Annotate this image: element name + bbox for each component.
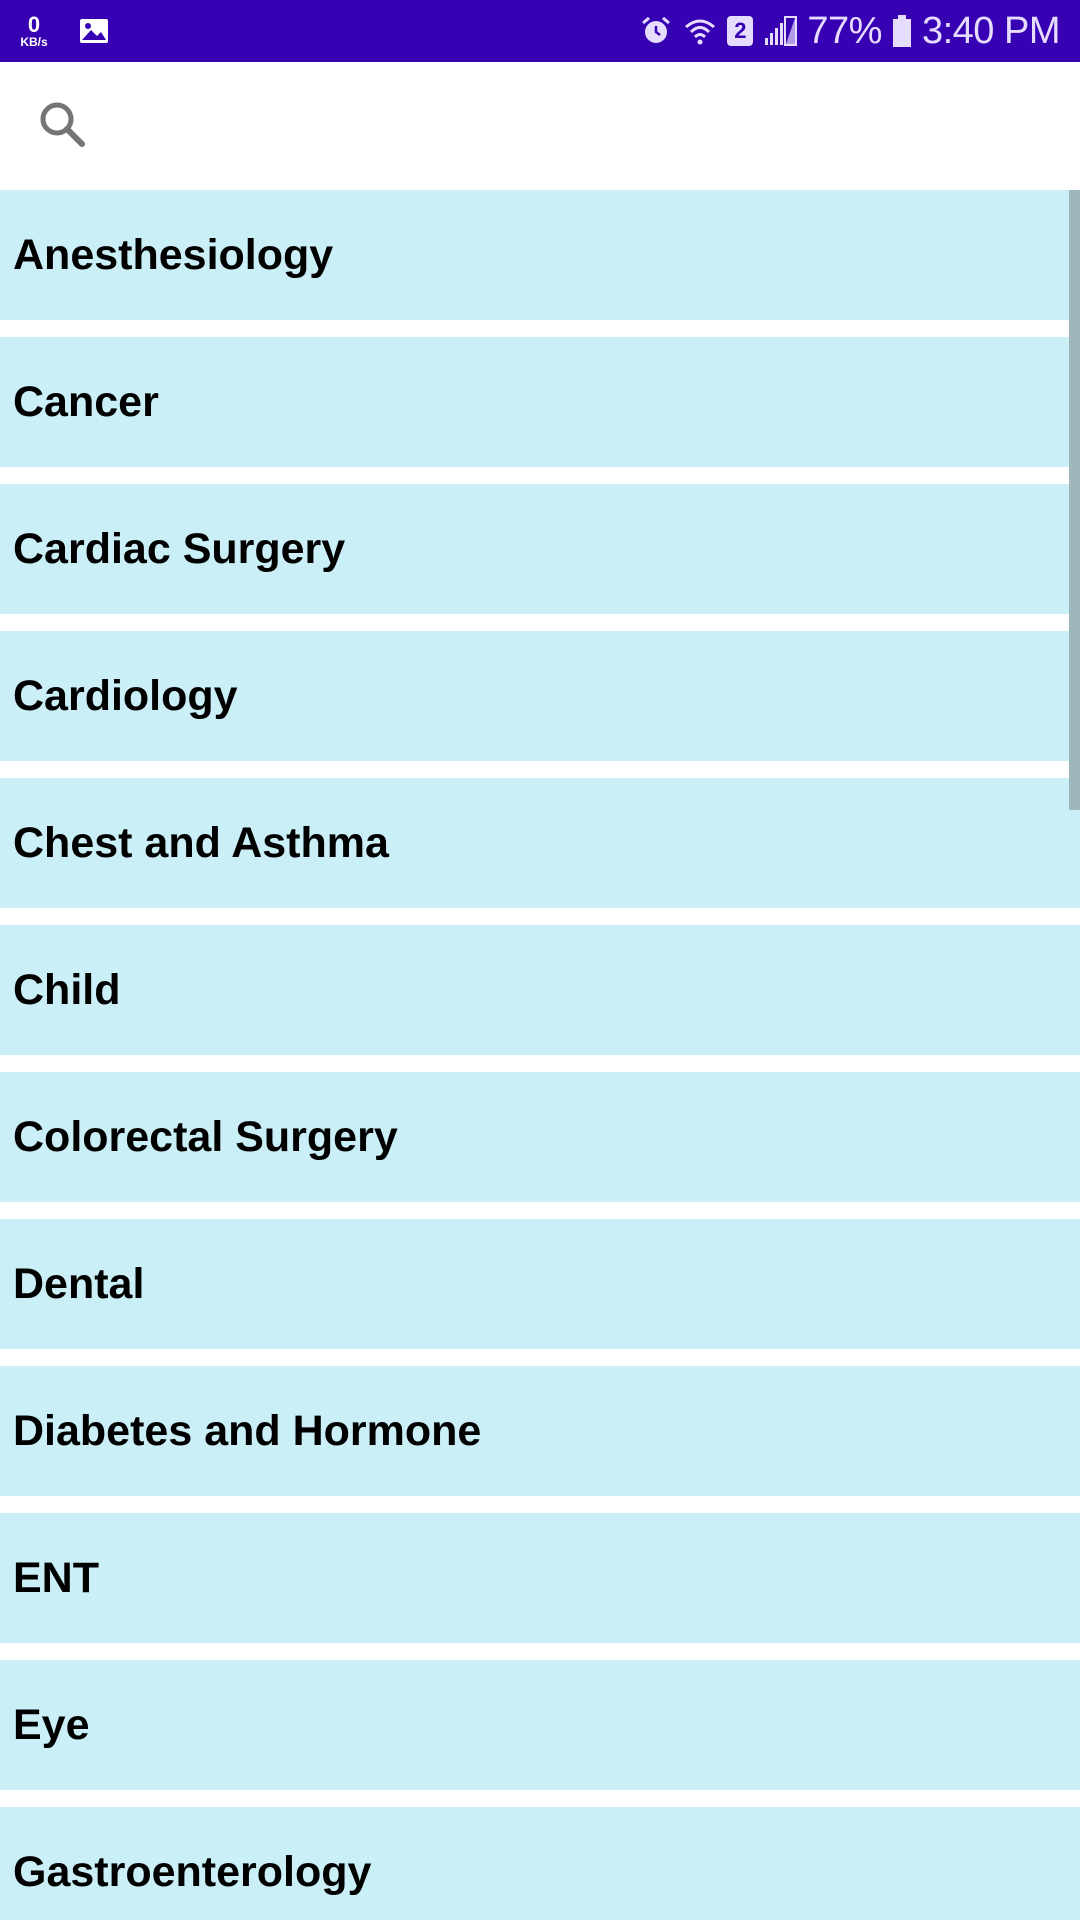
list-item-anesthesiology[interactable]: Anesthesiology (0, 190, 1080, 320)
search-input[interactable] (110, 92, 1044, 160)
signal-icon (765, 16, 798, 46)
network-speed-indicator: 0 KB/s (14, 12, 54, 49)
list-item-eye[interactable]: Eye (0, 1660, 1080, 1790)
list-item-label: ENT (13, 1553, 99, 1602)
battery-percent: 77% (807, 9, 882, 52)
sim-badge: 2 (727, 16, 754, 46)
specialty-list: Anesthesiology Cancer Cardiac Surgery Ca… (0, 190, 1080, 1920)
list-item-child[interactable]: Child (0, 925, 1080, 1055)
list-item-label: Chest and Asthma (13, 818, 389, 867)
list-item-label: Child (13, 965, 121, 1014)
list-item-label: Cardiology (13, 671, 238, 720)
status-bar: 0 KB/s 2 77% 3:40 PM (0, 0, 1080, 62)
list-item-cardiac-surgery[interactable]: Cardiac Surgery (0, 484, 1080, 614)
network-speed-value: 0 (27, 12, 41, 37)
status-bar-left: 0 KB/s (14, 8, 110, 54)
list-item-cancer[interactable]: Cancer (0, 337, 1080, 467)
clock: 3:40 PM (921, 9, 1061, 52)
list-item-label: Gastroenterology (13, 1847, 372, 1896)
status-bar-right: 2 77% 3:40 PM (639, 0, 1061, 62)
list-item-label: Diabetes and Hormone (13, 1406, 482, 1455)
list-item-cardiology[interactable]: Cardiology (0, 631, 1080, 761)
list-item-label: Colorectal Surgery (13, 1112, 398, 1161)
list-item-ent[interactable]: ENT (0, 1513, 1080, 1643)
list-item-chest-and-asthma[interactable]: Chest and Asthma (0, 778, 1080, 908)
battery-icon (892, 15, 911, 47)
list-item-label: Cardiac Surgery (13, 524, 346, 573)
list-item-diabetes-and-hormone[interactable]: Diabetes and Hormone (0, 1366, 1080, 1496)
gallery-icon (80, 19, 108, 43)
list-item-label: Eye (13, 1700, 90, 1749)
list-item-label: Anesthesiology (13, 230, 334, 279)
list-item-label: Dental (13, 1259, 145, 1308)
search-icon[interactable] (36, 98, 88, 150)
list-item-gastroenterology[interactable]: Gastroenterology (0, 1807, 1080, 1920)
scrollbar[interactable] (1069, 190, 1080, 810)
list-item-label: Cancer (13, 377, 159, 426)
alarm-icon (642, 16, 671, 43)
list-item-dental[interactable]: Dental (0, 1219, 1080, 1349)
list-item-colorectal-surgery[interactable]: Colorectal Surgery (0, 1072, 1080, 1202)
search-bar (0, 62, 1080, 190)
wifi-icon (685, 19, 716, 45)
network-speed-unit: KB/s (20, 35, 48, 49)
